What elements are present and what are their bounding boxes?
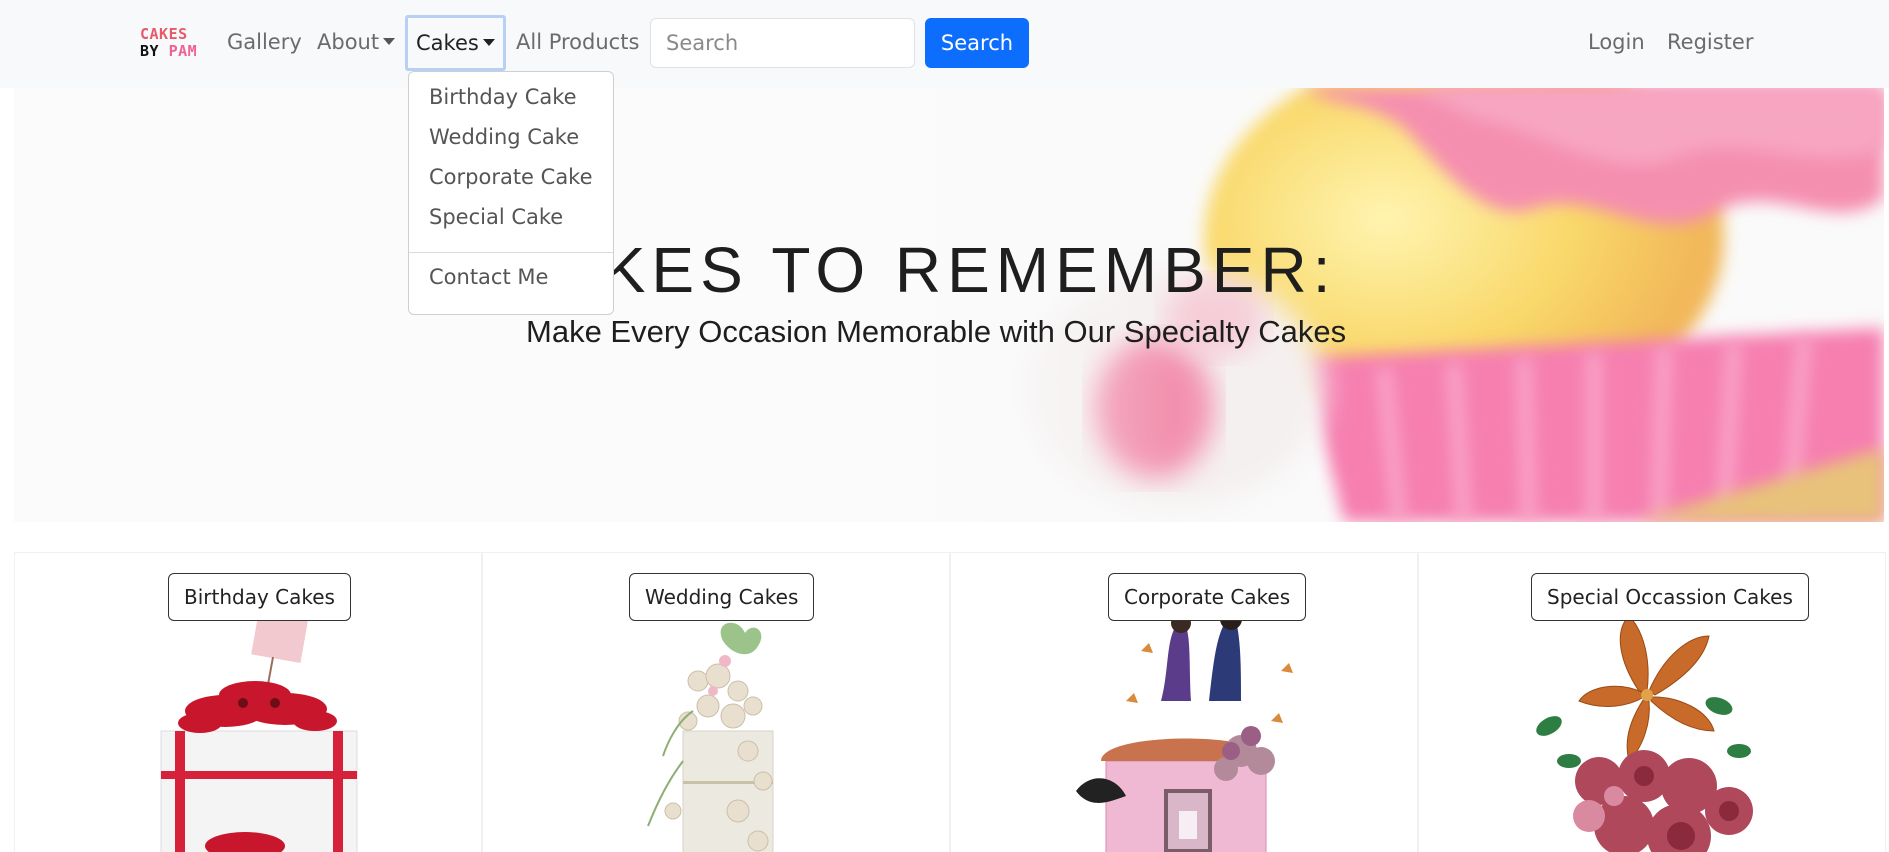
hero-title: AKES TO REMEMBER: (554, 234, 1337, 306)
hero-subtitle: Make Every Occasion Memorable with Our S… (526, 314, 1347, 349)
special-occasion-cake-image (1536, 615, 1753, 852)
logo-by: BY (140, 42, 160, 60)
nav-all-products-label: All Products (516, 30, 640, 54)
dropdown-item-wedding-cake[interactable]: Wedding Cake (429, 119, 579, 155)
dropdown-divider (409, 252, 613, 253)
hero-banner: AKES TO REMEMBER: Make Every Occasion Me… (14, 88, 1884, 522)
search-button[interactable]: Search (925, 18, 1029, 68)
cakes-dropdown-menu: Birthday Cake Wedding Cake Corporate Cak… (408, 71, 614, 315)
logo-name: PAM (168, 42, 198, 60)
dropdown-item-special-cake[interactable]: Special Cake (429, 199, 563, 235)
nav-cakes-label: Cakes (416, 31, 479, 55)
category-cards: Birthday Cakes Wedding Cakes Corporate C… (14, 552, 1886, 852)
birthday-cakes-button[interactable]: Birthday Cakes (168, 573, 351, 621)
nav-login[interactable]: Login (1588, 24, 1645, 60)
corporate-cakes-button[interactable]: Corporate Cakes (1108, 573, 1307, 621)
logo-line-2: BY PAM (140, 43, 200, 60)
nav-gallery-label: Gallery (227, 30, 302, 54)
wedding-cakes-button[interactable]: Wedding Cakes (629, 573, 815, 621)
category-card-birthday: Birthday Cakes (14, 552, 482, 852)
page: CAKES BY PAM Gallery About Cakes All Pro… (0, 0, 1889, 852)
category-card-wedding: Wedding Cakes (482, 552, 950, 852)
brand-logo[interactable]: CAKES BY PAM (140, 26, 200, 62)
nav-register-label: Register (1667, 30, 1754, 54)
chevron-down-icon (482, 38, 495, 46)
birthday-cake-image (160, 611, 358, 852)
special-occasion-cakes-button[interactable]: Special Occassion Cakes (1531, 573, 1809, 621)
wedding-cake-image (647, 622, 774, 852)
nav-gallery[interactable]: Gallery (227, 24, 302, 60)
corporate-cake-image (1076, 611, 1293, 852)
category-card-corporate: Corporate Cakes (950, 552, 1418, 852)
search-input[interactable] (650, 18, 915, 68)
nav-about-label: About (317, 30, 380, 54)
nav-register[interactable]: Register (1667, 24, 1753, 60)
navbar: CAKES BY PAM Gallery About Cakes All Pro… (0, 0, 1889, 88)
chevron-down-icon (383, 37, 396, 45)
nav-cakes-dropdown[interactable]: Cakes (405, 15, 506, 71)
logo-line-1: CAKES (140, 25, 188, 43)
nav-all-products[interactable]: All Products (516, 24, 639, 60)
nav-login-label: Login (1588, 30, 1645, 54)
dropdown-item-corporate-cake[interactable]: Corporate Cake (429, 159, 593, 195)
category-card-special-occasion: Special Occassion Cakes (1418, 552, 1886, 852)
dropdown-item-birthday-cake[interactable]: Birthday Cake (429, 79, 577, 115)
dropdown-item-contact-me[interactable]: Contact Me (429, 259, 548, 295)
nav-about-dropdown[interactable]: About (317, 24, 396, 60)
